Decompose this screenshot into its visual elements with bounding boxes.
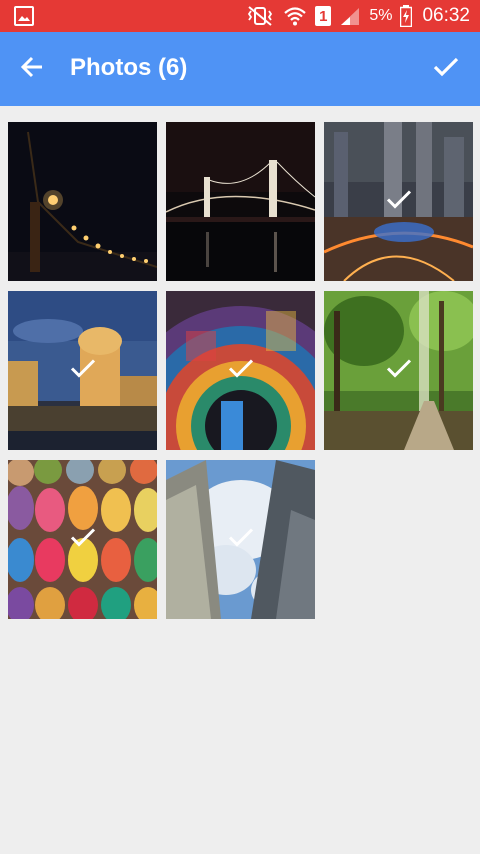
check-icon bbox=[432, 55, 460, 84]
photo-tile[interactable] bbox=[166, 460, 315, 619]
app-bar: Photos (6) bbox=[0, 32, 480, 106]
photo-tile[interactable] bbox=[324, 291, 473, 450]
selected-check-icon bbox=[227, 356, 255, 385]
battery-percent: 5% bbox=[369, 7, 393, 24]
photo-tile[interactable] bbox=[166, 122, 315, 281]
selected-check-icon bbox=[227, 525, 255, 554]
signal-icon bbox=[339, 5, 361, 27]
clock: 06:32 bbox=[422, 5, 470, 26]
selected-check-icon bbox=[385, 187, 413, 216]
done-button[interactable] bbox=[428, 51, 464, 87]
selected-check-icon bbox=[69, 525, 97, 554]
photo-tile[interactable] bbox=[8, 291, 157, 450]
photo-tile[interactable] bbox=[8, 460, 157, 619]
arrow-back-icon bbox=[19, 54, 45, 85]
photo-thumbnail bbox=[8, 122, 157, 281]
photo-tile[interactable] bbox=[166, 291, 315, 450]
vibrate-mute-icon bbox=[245, 5, 275, 27]
page-title: Photos (6) bbox=[70, 54, 188, 81]
photo-tile[interactable] bbox=[8, 122, 157, 281]
sim-1-icon: 1 bbox=[315, 6, 332, 26]
back-button[interactable] bbox=[14, 51, 50, 87]
gallery-notification-icon bbox=[14, 6, 34, 26]
photo-thumbnail bbox=[166, 122, 315, 281]
status-icons: 1 5% 06:32 bbox=[245, 0, 470, 32]
status-bar: 1 5% 06:32 bbox=[0, 0, 480, 32]
battery-charging-icon bbox=[400, 5, 413, 27]
selected-check-icon bbox=[385, 356, 413, 385]
selected-check-icon bbox=[69, 356, 97, 385]
wifi-icon bbox=[283, 5, 307, 27]
photo-tile[interactable] bbox=[324, 122, 473, 281]
